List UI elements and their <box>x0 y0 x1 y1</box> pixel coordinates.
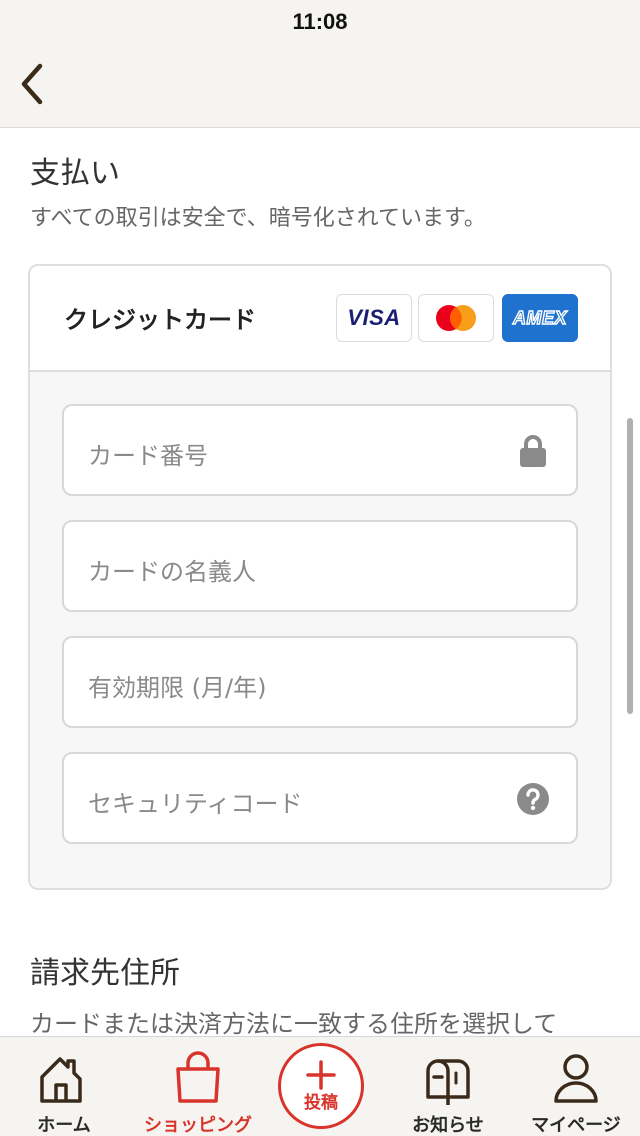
billing-subtitle: カードまたは決済方法に一致する住所を選択して <box>30 1010 558 1036</box>
tab-shopping-label: ショッピング <box>144 1115 252 1136</box>
tab-mypage[interactable]: マイページ <box>526 1037 626 1136</box>
expiry-field[interactable]: 有効期限 (月/年) <box>62 636 578 728</box>
payment-subtitle: すべての取引は安全で、暗号化されています。 <box>30 206 486 231</box>
security-code-placeholder: セキュリティコード <box>88 790 303 818</box>
shopping-bag-icon <box>166 1047 230 1111</box>
credit-card-panel: クレジットカード VISA AMEX カード番号 カードの名義人 有効期限 (月… <box>28 264 612 890</box>
payment-title: 支払い <box>30 156 120 191</box>
visa-logo-text: VISA <box>347 305 401 330</box>
credit-card-title: クレジットカード <box>64 306 256 334</box>
mastercard-icon <box>436 305 476 331</box>
credit-card-header: クレジットカード VISA AMEX <box>30 266 610 372</box>
plus-icon <box>306 1059 336 1090</box>
expiry-placeholder: 有効期限 (月/年) <box>88 674 267 702</box>
mastercard-logo <box>418 294 494 342</box>
back-button[interactable] <box>12 60 52 108</box>
lock-icon <box>516 434 550 468</box>
post-button[interactable]: 投稿 <box>278 1043 364 1129</box>
amex-logo-text: AMEX <box>512 307 567 328</box>
security-code-field[interactable]: セキュリティコード <box>62 752 578 844</box>
card-holder-field[interactable]: カードの名義人 <box>62 520 578 612</box>
tab-shopping[interactable]: ショッピング <box>136 1037 260 1136</box>
status-bar: 11:08 <box>0 0 640 44</box>
post-label: 投稿 <box>304 1092 338 1113</box>
card-number-field[interactable]: カード番号 <box>62 404 578 496</box>
card-number-placeholder: カード番号 <box>88 442 208 470</box>
home-icon <box>32 1047 96 1111</box>
scrollbar[interactable] <box>627 418 633 714</box>
user-icon <box>544 1047 608 1111</box>
billing-title: 請求先住所 <box>30 956 180 991</box>
nav-bar <box>0 44 640 128</box>
visa-logo: VISA <box>336 294 412 342</box>
tab-notifications-label: お知らせ <box>412 1115 484 1136</box>
card-holder-placeholder: カードの名義人 <box>88 558 256 586</box>
tab-notifications[interactable]: お知らせ <box>404 1037 492 1136</box>
amex-logo: AMEX <box>502 294 578 342</box>
tab-mypage-label: マイページ <box>531 1115 621 1136</box>
tab-bar: ホーム ショッピング 投稿 お知らせ マイページ <box>0 1036 640 1136</box>
status-time: 11:08 <box>292 9 348 34</box>
mailbox-icon <box>416 1047 480 1111</box>
help-icon[interactable] <box>516 782 550 816</box>
tab-home-label: ホーム <box>37 1115 91 1136</box>
checkout-content[interactable]: 支払い すべての取引は安全で、暗号化されています。 クレジットカード VISA … <box>0 128 640 1036</box>
chevron-left-icon <box>21 63 43 105</box>
tab-home[interactable]: ホーム <box>22 1037 106 1136</box>
